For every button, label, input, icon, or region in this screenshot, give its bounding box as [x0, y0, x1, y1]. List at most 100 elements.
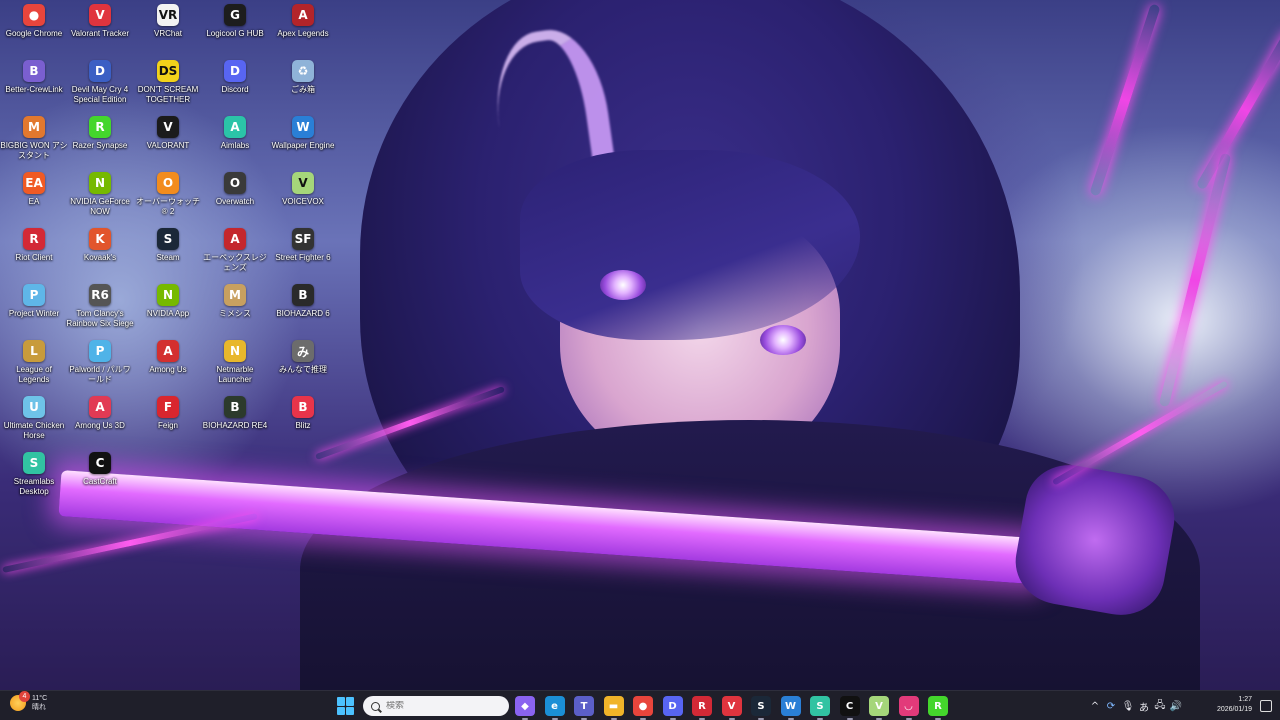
riot-client-app[interactable]: R — [692, 696, 712, 720]
desktop-shortcut[interactable]: F Feign — [134, 392, 202, 431]
desktop-shortcut[interactable]: R Riot Client — [0, 224, 68, 263]
desktop-shortcut[interactable]: R6 Tom Clancy's Rainbow Six Siege — [66, 280, 134, 329]
chrome-app[interactable]: ● — [633, 696, 653, 720]
app-icon: P — [23, 284, 45, 306]
sync-icon[interactable]: ⟳ — [1102, 701, 1120, 712]
desktop-shortcut[interactable]: M ミメシス — [201, 280, 269, 319]
app-icon: ● — [638, 700, 648, 712]
app-icon: D — [89, 60, 111, 82]
desktop-shortcut[interactable]: V Valorant Tracker — [66, 0, 134, 39]
app-icon: F — [157, 396, 179, 418]
file-explorer-app[interactable]: ▬ — [603, 696, 624, 720]
desktop-shortcut[interactable]: EA EA — [0, 168, 68, 207]
chevron-up-icon[interactable]: ^ — [1088, 701, 1102, 712]
desktop-shortcut[interactable]: C CastCraft — [66, 448, 134, 487]
desktop-shortcut[interactable]: ● Google Chrome — [0, 0, 68, 39]
app-icon: A — [89, 396, 111, 418]
copilot-app[interactable]: ◆ — [515, 696, 535, 720]
desktop-shortcut[interactable]: A Aimlabs — [201, 112, 269, 151]
microphone-icon[interactable]: 🎙 — [1120, 701, 1136, 712]
desktop-shortcut[interactable]: ♻ ごみ箱 — [269, 56, 337, 95]
desktop-shortcut[interactable]: D Devil May Cry 4 Special Edition — [66, 56, 134, 105]
app-icon: EA — [23, 172, 45, 194]
desktop-shortcut-label: CastCraft — [83, 477, 117, 486]
notification-center-icon[interactable] — [1260, 700, 1272, 712]
desktop-shortcut[interactable]: N NVIDIA GeForce NOW — [66, 168, 134, 217]
streamlabs-app[interactable]: S — [810, 696, 830, 720]
desktop-shortcut[interactable]: O Overwatch — [201, 168, 269, 207]
teams-app[interactable]: T — [574, 696, 594, 720]
desktop-shortcut[interactable]: P Palworld / パルワールド — [66, 336, 134, 385]
desktop-shortcut-label: Among Us — [149, 365, 187, 374]
app-icon: K — [89, 228, 111, 250]
start-button[interactable] — [337, 697, 355, 715]
weather-condition: 晴れ — [32, 704, 46, 711]
desktop-shortcut-label: Discord — [221, 85, 249, 94]
app-icon: S — [816, 700, 824, 712]
volume-icon[interactable]: 🔊 — [1168, 701, 1184, 712]
weather-temperature: 11°C — [32, 695, 48, 702]
app-icon: R — [23, 228, 45, 250]
notification-badge: 4 — [19, 691, 30, 702]
desktop-shortcut[interactable]: L League of Legends — [0, 336, 68, 385]
desktop-shortcut[interactable]: B Blitz — [269, 392, 337, 431]
voicevox-app[interactable]: V — [869, 696, 889, 720]
desktop-shortcut-label: Ultimate Chicken Horse — [3, 421, 65, 440]
search-input[interactable] — [386, 701, 496, 711]
desktop-shortcut[interactable]: V VOICEVOX — [269, 168, 337, 207]
wallpaper-engine-app[interactable]: W — [780, 696, 801, 720]
desktop-shortcut[interactable]: B BIOHAZARD RE4 — [201, 392, 269, 431]
lips-app[interactable]: ◡ — [898, 696, 919, 720]
desktop-shortcut-label: Riot Client — [15, 253, 53, 262]
desktop-shortcut[interactable]: W Wallpaper Engine — [269, 112, 337, 151]
edge-app[interactable]: e — [544, 696, 565, 720]
taskbar-search[interactable] — [363, 696, 509, 716]
desktop-shortcut[interactable]: G Logicool G HUB — [201, 0, 269, 39]
desktop-shortcut[interactable]: S Streamlabs Desktop — [0, 448, 68, 497]
desktop-shortcut[interactable]: N Netmarble Launcher — [201, 336, 269, 385]
app-icon: S — [157, 228, 179, 250]
desktop-shortcut[interactable]: A Among Us 3D — [66, 392, 134, 431]
network-icon[interactable]: 🖧 — [1152, 698, 1168, 715]
desktop-shortcut-label: Google Chrome — [5, 29, 63, 38]
desktop-shortcut[interactable]: A Apex Legends — [269, 0, 337, 39]
castcraft-app[interactable]: C — [839, 696, 860, 720]
app-icon: SF — [292, 228, 314, 250]
app-icon: R — [89, 116, 111, 138]
desktop-shortcut[interactable]: B BIOHAZARD 6 — [269, 280, 337, 319]
app-icon: A — [157, 340, 179, 362]
clock[interactable]: 1:27 2026/01/19 — [1217, 695, 1252, 715]
desktop-shortcut[interactable]: N NVIDIA App — [134, 280, 202, 319]
desktop-shortcut[interactable]: VR VRChat — [134, 0, 202, 39]
desktop-shortcut[interactable]: DS DON'T SCREAM TOGETHER — [134, 56, 202, 105]
desktop-shortcut-label: Tom Clancy's Rainbow Six Siege — [66, 309, 134, 328]
app-icon: A — [224, 228, 246, 250]
steam-app[interactable]: S — [751, 696, 771, 720]
desktop-shortcut[interactable]: R Razer Synapse — [66, 112, 134, 151]
desktop-shortcut[interactable]: S Steam — [134, 224, 202, 263]
desktop-shortcut[interactable]: SF Street Fighter 6 — [269, 224, 337, 263]
app-icon: S — [23, 452, 45, 474]
desktop-shortcut[interactable]: U Ultimate Chicken Horse — [0, 392, 68, 441]
desktop-shortcut[interactable]: V VALORANT — [134, 112, 202, 151]
desktop-shortcut[interactable]: A Among Us — [134, 336, 202, 375]
desktop-shortcut[interactable]: A エーペックスレジェンズ — [201, 224, 269, 273]
desktop-shortcut-label: Apex Legends — [277, 29, 329, 38]
desktop-shortcut[interactable]: B Better-CrewLink — [0, 56, 68, 95]
desktop-shortcut[interactable]: K Kovaak's — [66, 224, 134, 263]
desktop-shortcut[interactable]: P Project Winter — [0, 280, 68, 319]
desktop-shortcut[interactable]: O オーバーウォッチ® 2 — [134, 168, 202, 217]
razer-app[interactable]: R — [928, 696, 948, 720]
ime-indicator[interactable]: あ — [1136, 699, 1152, 714]
valorant-tracker-app[interactable]: V — [721, 696, 742, 720]
weather-widget[interactable]: 4 11°C 晴れ — [10, 691, 48, 712]
desktop-shortcut-label: NVIDIA App — [146, 309, 190, 318]
desktop-shortcut[interactable]: D Discord — [201, 56, 269, 95]
desktop-shortcut[interactable]: みみんなで推理 — [269, 336, 337, 375]
desktop-shortcut-label: エーペックスレジェンズ — [203, 253, 267, 272]
desktop-shortcut[interactable]: M BIGBIG WON アシスタント — [0, 112, 68, 161]
discord-app[interactable]: D — [662, 696, 683, 720]
app-icon: A — [292, 4, 314, 26]
app-icon: W — [292, 116, 314, 138]
app-icon: V — [157, 116, 179, 138]
